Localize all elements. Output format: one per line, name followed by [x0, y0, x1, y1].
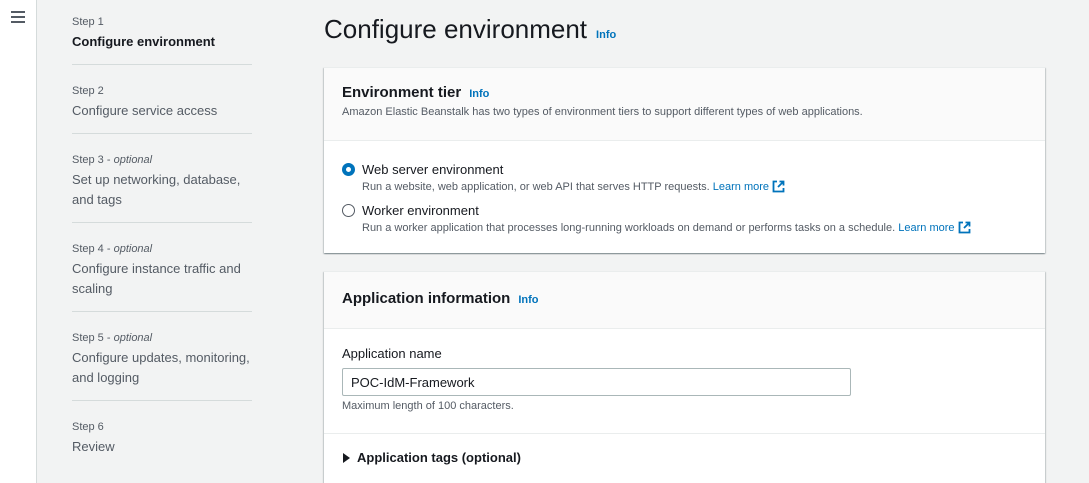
page-title: Configure environment Info	[324, 14, 616, 45]
step-2[interactable]: Step 2 Configure service access	[72, 83, 252, 134]
option-description: Run a website, web application, or web A…	[362, 180, 785, 194]
step-title: Review	[72, 439, 115, 454]
application-tags-expander[interactable]: Application tags (optional)	[343, 450, 521, 465]
step-title: Configure service access	[72, 103, 218, 118]
step-title: Configure environment	[72, 34, 216, 49]
step-title: Configure updates, monitoring, and loggi…	[72, 350, 250, 385]
worker-radio[interactable]	[342, 204, 355, 217]
panel-header: Application information Info	[324, 272, 1045, 329]
environment-tier-panel: Environment tier Info Amazon Elastic Bea…	[324, 67, 1045, 253]
step-5[interactable]: Step 5 - optional Configure updates, mon…	[72, 330, 252, 401]
external-link-icon[interactable]	[958, 221, 971, 234]
step-3[interactable]: Step 3 - optional Set up networking, dat…	[72, 152, 252, 223]
option-description: Run a worker application that processes …	[362, 221, 971, 235]
step-title: Set up networking, database, and tags	[72, 172, 241, 207]
panel-description: Amazon Elastic Beanstalk has two types o…	[342, 106, 863, 118]
learn-more-link[interactable]: Learn more	[713, 181, 769, 193]
panel-title-text: Environment tier	[342, 84, 462, 101]
page-title-text: Configure environment	[324, 14, 588, 44]
option-text: Web server environment Run a website, we…	[362, 161, 785, 194]
constraint-text: Maximum length of 100 characters.	[342, 400, 514, 412]
wizard-steps: Step 1 Configure environment Step 2 Conf…	[72, 14, 252, 483]
application-name-input[interactable]	[342, 368, 851, 396]
web-server-radio[interactable]	[342, 163, 355, 176]
worker-option[interactable]: Worker environment Run a worker applicat…	[342, 202, 971, 235]
panel-title: Environment tier Info	[342, 84, 1027, 101]
application-name-label: Application name	[342, 346, 442, 361]
step-number: Step 4 - optional	[72, 243, 153, 255]
external-link-icon[interactable]	[772, 180, 785, 193]
step-6[interactable]: Step 6 Review	[72, 419, 252, 469]
expander-label: Application tags (optional)	[357, 450, 521, 465]
web-server-option[interactable]: Web server environment Run a website, we…	[342, 161, 785, 194]
step-number: Step 6	[72, 421, 104, 433]
page-info-link[interactable]: Info	[596, 29, 616, 41]
caret-right-icon	[343, 452, 350, 463]
step-1: Step 1 Configure environment	[72, 14, 252, 65]
application-information-panel: Application information Info Application…	[324, 271, 1045, 483]
option-label: Web server environment	[362, 162, 504, 177]
step-number: Step 5 - optional	[72, 332, 153, 344]
side-rail	[0, 0, 37, 483]
panel-title: Application information Info	[342, 290, 1027, 307]
panel-header: Environment tier Info Amazon Elastic Bea…	[324, 68, 1045, 141]
step-number: Step 3 - optional	[72, 154, 153, 166]
step-title: Configure instance traffic and scaling	[72, 261, 241, 296]
app-info-link[interactable]: Info	[518, 294, 538, 306]
step-number: Step 1	[72, 16, 104, 28]
panel-title-text: Application information	[342, 290, 511, 307]
step-4[interactable]: Step 4 - optional Configure instance tra…	[72, 241, 252, 312]
option-text: Worker environment Run a worker applicat…	[362, 202, 971, 235]
step-number: Step 2	[72, 85, 104, 97]
tier-info-link[interactable]: Info	[469, 88, 489, 100]
learn-more-link[interactable]: Learn more	[898, 222, 954, 234]
divider	[324, 433, 1045, 434]
option-label: Worker environment	[362, 203, 479, 218]
hamburger-menu-icon[interactable]	[11, 11, 25, 25]
